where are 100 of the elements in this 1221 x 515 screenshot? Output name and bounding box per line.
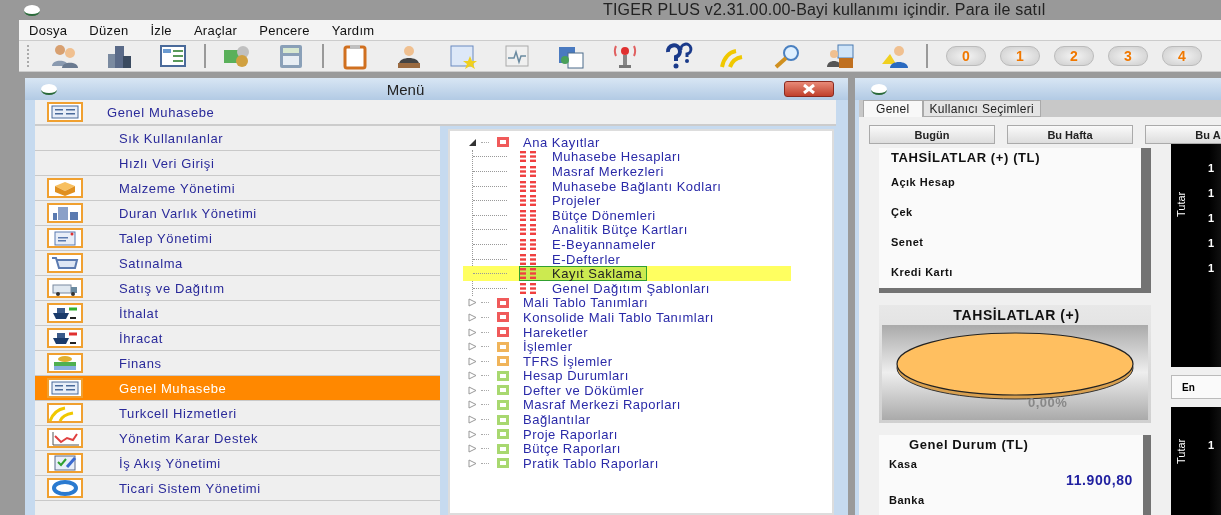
form-icon xyxy=(158,42,188,70)
module-item[interactable]: Satınalma xyxy=(35,251,440,276)
tree-item[interactable]: TFRS İşlemler xyxy=(468,353,808,369)
tree-item[interactable]: Pratik Tablo Raporları xyxy=(468,456,808,471)
expand-arrow-icon[interactable] xyxy=(468,298,477,308)
app-icon xyxy=(41,83,57,95)
tree-item[interactable]: Defter ve Dökümler xyxy=(468,383,808,398)
tree-item[interactable]: Konsolide Mali Tablo Tanımları xyxy=(468,310,808,325)
tree-item[interactable]: Mali Tablo Tanımları xyxy=(468,295,808,311)
row-label: Kredi Kartı xyxy=(891,266,954,280)
period-button[interactable]: Bu Hafta xyxy=(1007,125,1133,144)
tree-item[interactable]: E-Beyannameler xyxy=(519,236,661,252)
module-item[interactable]: Malzeme Yönetimi xyxy=(35,176,440,201)
expand-arrow-icon[interactable] xyxy=(468,371,477,381)
tree-item[interactable]: Muhasebe Bağlantı Kodları xyxy=(519,178,727,194)
window-title: Menü xyxy=(386,80,425,98)
module-item[interactable]: Duran Varlık Yönetimi xyxy=(35,201,440,226)
grip-icon xyxy=(520,224,536,236)
help-icon xyxy=(664,42,694,70)
grip-icon xyxy=(520,195,536,207)
window-title: TIGER PLUS v2.31.00.00-Bayi kullanımı içindir. Para ile satıl xyxy=(603,1,1046,19)
expand-arrow-icon[interactable] xyxy=(468,342,477,352)
tree-item[interactable]: Muhasebe Hesapları xyxy=(519,149,686,165)
menu-item[interactable]: Pencere xyxy=(249,22,322,38)
tree-item[interactable]: Ana Kayıtlar xyxy=(468,135,808,150)
axis-label: Tutar xyxy=(1174,437,1188,466)
axis-label: Tutar xyxy=(1174,190,1188,219)
coins-icon xyxy=(47,353,83,373)
axis-tick: 1 xyxy=(1208,162,1215,174)
row-label: Banka xyxy=(889,494,926,508)
expand-arrow-icon[interactable] xyxy=(468,312,477,322)
close-button[interactable] xyxy=(784,81,834,97)
tree-item[interactable]: Hareketler xyxy=(468,324,808,340)
grip-icon xyxy=(520,282,536,294)
card-title: TAHSİLATLAR (+) (TL) xyxy=(891,150,1042,165)
table-star-icon xyxy=(448,42,478,70)
percent-label: 0,00% xyxy=(1028,395,1068,410)
module-item[interactable]: İş Akış Yönetimi xyxy=(35,451,440,476)
axis-tick: 1 xyxy=(1208,439,1215,451)
row-label: Çek xyxy=(891,206,914,220)
expand-arrow-icon[interactable] xyxy=(468,385,477,395)
tab[interactable]: Genel xyxy=(863,100,923,117)
module-item[interactable]: Talep Yönetimi xyxy=(35,226,440,251)
tree-item[interactable]: E-Defterler xyxy=(519,251,626,267)
period-button[interactable]: Bu A xyxy=(1145,125,1221,144)
grip-icon xyxy=(520,166,536,177)
grip-icon xyxy=(520,268,536,280)
expand-arrow-icon[interactable] xyxy=(468,458,477,468)
grip-icon xyxy=(520,253,536,265)
module-item[interactable]: Satış ve Dağıtım xyxy=(35,276,440,301)
menu-item[interactable]: Dosya xyxy=(19,22,80,38)
checklist-icon xyxy=(47,453,83,473)
buildings-icon xyxy=(47,203,83,223)
axis-tick: 1 xyxy=(1208,237,1215,249)
expand-arrow-icon[interactable] xyxy=(468,415,477,425)
axis-tick: 1 xyxy=(1208,212,1215,224)
truck-icon xyxy=(47,278,83,298)
card-title: Genel Durum (TL) xyxy=(909,437,1030,452)
module-item[interactable]: İhracat xyxy=(35,326,440,351)
menu-item[interactable]: Düzen xyxy=(79,22,141,38)
grip-icon xyxy=(520,209,536,221)
tree-item[interactable]: Bağlantılar xyxy=(468,412,808,427)
module-item[interactable]: İthalat xyxy=(35,301,440,326)
expand-arrow-icon[interactable] xyxy=(468,356,477,366)
tree-item[interactable]: Genel Dağıtım Şablonları xyxy=(519,280,715,296)
tree-item[interactable]: Masraf Merkezleri xyxy=(519,164,669,179)
tree-item[interactable]: Hesap Durumları xyxy=(468,368,808,384)
tree-item[interactable]: Kayıt Saklama xyxy=(519,266,648,282)
tree-item[interactable]: Masraf Merkezi Raporları xyxy=(468,397,808,413)
tree-item[interactable]: İşlemler xyxy=(468,339,808,354)
tree-item[interactable]: Projeler xyxy=(519,193,606,209)
tree-item[interactable]: Analitik Bütçe Kartları xyxy=(519,222,693,238)
module-item[interactable]: Turkcell Hizmetleri xyxy=(35,401,440,426)
signal-arcs-icon xyxy=(47,403,83,423)
module-item[interactable]: Yönetim Karar Destek xyxy=(35,426,440,451)
module-title: Genel Muhasebe xyxy=(107,104,215,120)
module-item[interactable]: Finans xyxy=(35,351,440,376)
chart-button[interactable]: En xyxy=(1171,375,1221,399)
module-item[interactable]: Ticari Sistem Yönetimi xyxy=(35,476,440,501)
briefcase-icon xyxy=(826,42,856,70)
expand-arrow-icon[interactable] xyxy=(468,444,477,454)
grip-icon xyxy=(520,180,536,192)
expand-arrow-icon[interactable] xyxy=(468,400,477,410)
line-chart-icon xyxy=(47,428,83,448)
tree-item[interactable]: Proje Raporları xyxy=(468,426,808,442)
row-label: Senet xyxy=(891,236,925,250)
menu-item[interactable]: Araçlar xyxy=(183,22,250,38)
menu-item[interactable]: İzle xyxy=(140,22,184,38)
row-label: Kasa xyxy=(889,458,919,472)
tree-item[interactable]: Bütçe Dönemleri xyxy=(519,207,661,223)
axis-tick: 1 xyxy=(1208,187,1215,199)
collapse-arrow-icon[interactable] xyxy=(468,137,477,147)
menu-item[interactable]: Yardım xyxy=(321,22,387,38)
expand-arrow-icon[interactable] xyxy=(468,327,477,337)
tab[interactable]: Kullanıcı Seçimleri xyxy=(922,100,1041,117)
grip-icon xyxy=(520,151,536,163)
period-button[interactable]: Bugün xyxy=(869,125,995,144)
tree-item[interactable]: Bütçe Raporları xyxy=(468,441,808,457)
amount-value: 11.900,80 xyxy=(1065,472,1134,488)
expand-arrow-icon[interactable] xyxy=(468,429,477,439)
